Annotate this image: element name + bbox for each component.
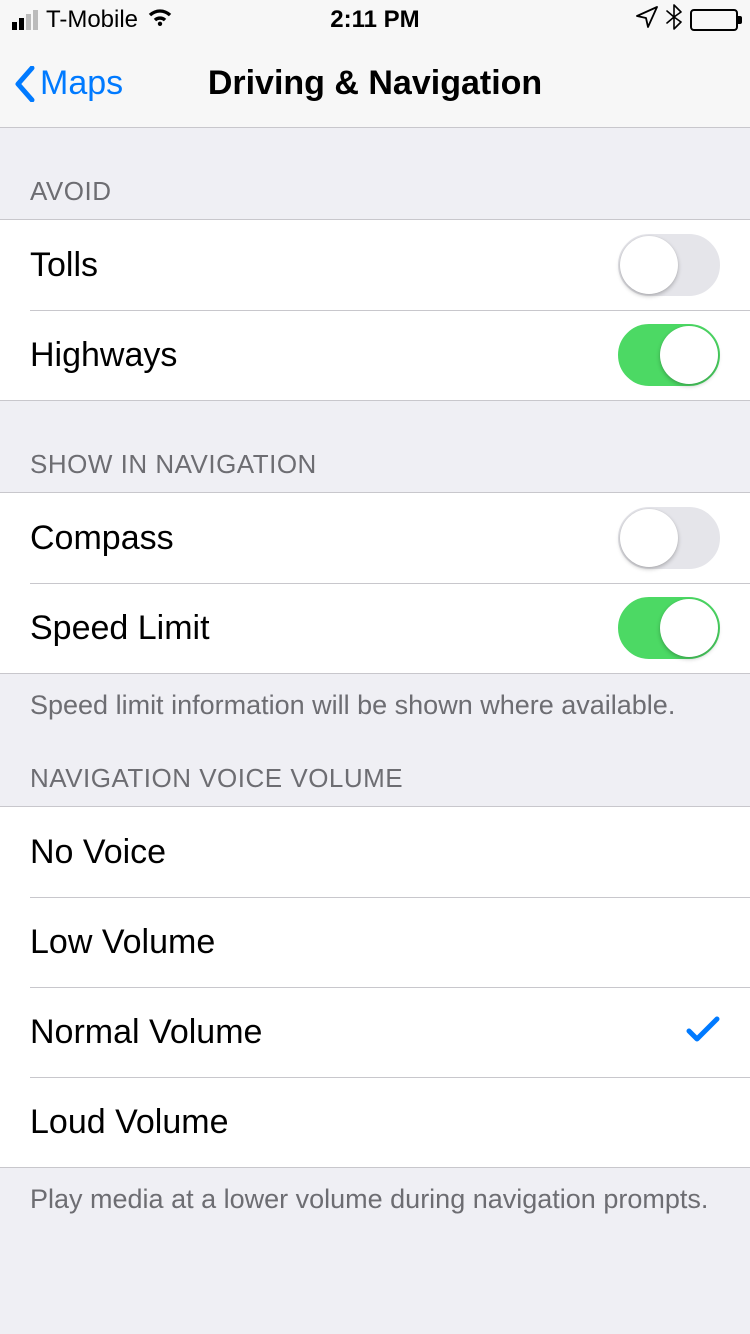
status-bar: T-Mobile 2:11 PM (0, 0, 750, 40)
label-speed-limit: Speed Limit (30, 609, 210, 648)
back-button[interactable]: Maps (0, 64, 123, 103)
row-normal-volume[interactable]: Normal Volume (0, 987, 750, 1077)
section-footer-show: Speed limit information will be shown wh… (0, 674, 750, 733)
bluetooth-icon (666, 4, 682, 37)
toggle-speed-limit[interactable] (618, 597, 720, 659)
label-low-volume: Low Volume (30, 923, 215, 962)
toggle-tolls[interactable] (618, 234, 720, 296)
section-header-show: SHOW IN NAVIGATION (0, 401, 750, 492)
chevron-left-icon (12, 66, 36, 102)
back-label: Maps (40, 64, 123, 103)
section-footer-voice: Play media at a lower volume during navi… (0, 1168, 750, 1227)
list-avoid: Tolls Highways (0, 219, 750, 401)
label-loud-volume: Loud Volume (30, 1103, 229, 1142)
section-header-voice: NAVIGATION VOICE VOLUME (0, 733, 750, 806)
row-no-voice[interactable]: No Voice (0, 807, 750, 897)
label-normal-volume: Normal Volume (30, 1013, 262, 1052)
row-speed-limit: Speed Limit (0, 583, 750, 673)
wifi-icon (146, 6, 174, 35)
toggle-compass[interactable] (618, 507, 720, 569)
carrier-label: T-Mobile (46, 6, 138, 34)
list-show: Compass Speed Limit (0, 492, 750, 674)
section-header-avoid: AVOID (0, 128, 750, 219)
location-icon (636, 6, 658, 35)
signal-icon (12, 10, 38, 30)
label-tolls: Tolls (30, 246, 98, 285)
row-low-volume[interactable]: Low Volume (0, 897, 750, 987)
label-compass: Compass (30, 519, 174, 558)
row-loud-volume[interactable]: Loud Volume (0, 1077, 750, 1167)
navigation-bar: Maps Driving & Navigation (0, 40, 750, 128)
row-highways: Highways (0, 310, 750, 400)
checkmark-icon (686, 1011, 720, 1054)
toggle-highways[interactable] (618, 324, 720, 386)
label-no-voice: No Voice (30, 833, 166, 872)
row-tolls: Tolls (0, 220, 750, 310)
list-voice: No Voice Low Volume Normal Volume Loud V… (0, 806, 750, 1168)
label-highways: Highways (30, 336, 177, 375)
battery-icon (690, 9, 738, 31)
row-compass: Compass (0, 493, 750, 583)
